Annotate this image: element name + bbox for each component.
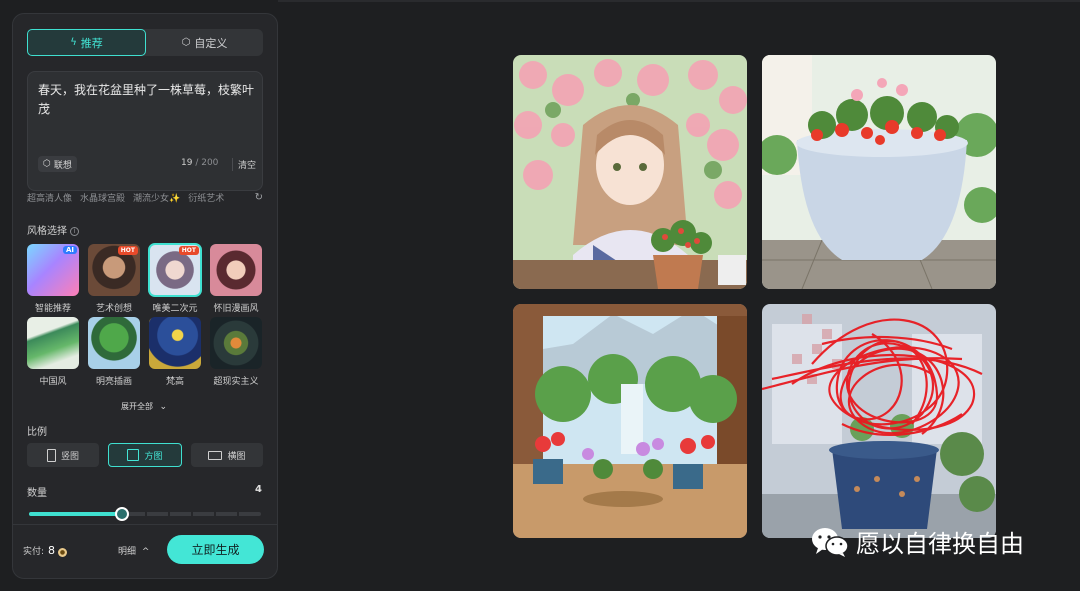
wechat-icon	[810, 526, 850, 558]
style-label: 明亮插画	[95, 377, 132, 387]
portrait-icon	[46, 448, 56, 462]
suggestion-chip[interactable]: 衍纸艺术	[188, 191, 224, 204]
ratio-landscape-button[interactable]: 横图	[191, 443, 263, 467]
style-label: 梵高	[165, 377, 184, 387]
left-panel: ϟ 推荐 ⬡ 自定义 春天，我在花盆里种了一株草莓，枝繁叶茂 ⬡ 联想 19 /…	[12, 13, 278, 579]
expand-all-label: 展开全部	[121, 402, 153, 411]
char-count: 19	[181, 158, 193, 168]
style-label: 怀旧漫画风	[213, 304, 259, 314]
mode-tabs: ϟ 推荐 ⬡ 自定义	[27, 29, 263, 56]
style-thumbnail	[210, 317, 262, 369]
quantity-slider[interactable]	[29, 507, 261, 521]
style-thumbnail	[88, 317, 140, 369]
hot-badge: HOT	[178, 246, 199, 255]
prompt-input[interactable]: 春天，我在花盆里种了一株草莓，枝繁叶茂 ⬡ 联想 19 / 200 清空	[27, 71, 263, 191]
style-thumbnail: AI	[27, 244, 79, 296]
suggestion-row: 超高清人像 水晶球宫殿 潮流少女✨ 衍纸艺术 ↻	[27, 191, 263, 204]
style-thumbnail: HOT	[88, 244, 140, 296]
slider-handle[interactable]	[114, 507, 129, 521]
style-retro-comic[interactable]: 怀旧漫画风	[210, 244, 262, 314]
ratio-label: 横图	[227, 451, 246, 462]
info-icon[interactable]: i	[70, 227, 79, 236]
style-thumbnail: HOT	[148, 243, 202, 297]
style-section-title: 风格选择 i	[27, 222, 79, 237]
slider-tick	[237, 512, 239, 516]
style-bright-illustration[interactable]: 明亮插画	[88, 317, 140, 387]
associate-button[interactable]: ⬡ 联想	[38, 156, 77, 172]
ratio-square-button[interactable]: 方图	[108, 443, 182, 467]
tab-recommend-label: 推荐	[80, 36, 103, 50]
slider-fill	[29, 512, 122, 516]
ai-badge: AI	[62, 246, 77, 254]
ratio-options: 竖图 方图 横图	[27, 443, 263, 467]
tab-custom[interactable]: ⬡ 自定义	[146, 29, 263, 56]
style-label: 中国风	[39, 377, 67, 387]
blue-pot-image	[762, 304, 996, 538]
detail-label: 明细	[118, 547, 137, 557]
char-max: / 200	[195, 158, 219, 168]
quantity-value: 4	[255, 484, 262, 495]
style-van-gogh[interactable]: 梵高	[149, 317, 201, 387]
ratio-label: 方图	[144, 451, 163, 462]
tab-recommend[interactable]: ϟ 推荐	[27, 29, 146, 56]
style-grid: AI 智能推荐 HOT 艺术创想 HOT 唯美二次元 怀旧漫画风 中国风 明亮插…	[27, 243, 264, 387]
char-counter: 19 / 200	[181, 158, 218, 168]
quantity-title: 数量	[27, 488, 47, 499]
style-chinese[interactable]: 中国风	[27, 317, 79, 387]
slider-tick	[214, 512, 216, 516]
sparkle-icon: ϟ	[70, 37, 77, 48]
style-label: 唯美二次元	[152, 304, 198, 314]
detail-toggle[interactable]: 明细 ^	[118, 544, 149, 557]
chevron-down-icon: ⌄	[159, 402, 168, 412]
style-section-label: 风格选择	[27, 226, 67, 237]
hexagon-icon: ⬡	[43, 159, 51, 169]
style-thumbnail	[210, 244, 262, 296]
ratio-title: 比例	[27, 427, 47, 438]
suggestion-chip[interactable]: 水晶球宫殿	[80, 191, 125, 204]
suggestion-chip[interactable]: 潮流少女✨	[133, 191, 180, 204]
style-thumbnail	[149, 317, 201, 369]
cost-label: 实付:	[23, 547, 45, 557]
style-surrealism[interactable]: 超现实主义	[210, 317, 262, 387]
suggestion-chip[interactable]: 超高清人像	[27, 191, 72, 204]
style-smart-recommend[interactable]: AI 智能推荐	[27, 244, 79, 314]
generated-image-1[interactable]	[513, 55, 747, 289]
cost-value: 8	[48, 544, 56, 557]
slider-tick	[145, 512, 147, 516]
coin-icon: ●	[58, 548, 68, 557]
top-divider	[278, 0, 1080, 2]
refresh-icon[interactable]: ↻	[255, 192, 263, 203]
hexagon-icon: ⬡	[181, 37, 191, 48]
style-thumbnail	[27, 317, 79, 369]
style-label: 艺术创想	[95, 304, 132, 314]
watermark: 愿以自律换自由	[810, 524, 1024, 559]
generate-button[interactable]: 立即生成	[167, 535, 264, 564]
slider-tick	[168, 512, 170, 516]
generated-image-3[interactable]	[513, 304, 747, 538]
style-label: 超现实主义	[213, 377, 259, 387]
watermark-text: 愿以自律换自由	[856, 530, 1024, 558]
ratio-label: 竖图	[60, 451, 79, 462]
expand-all-button[interactable]: 展开全部 ⌄	[121, 401, 167, 412]
clear-button[interactable]: 清空	[232, 158, 256, 171]
tab-custom-label: 自定义	[194, 36, 228, 50]
anime-girl-image	[513, 55, 747, 289]
square-icon	[127, 449, 140, 461]
associate-label: 联想	[53, 160, 72, 171]
garden-waterfall-image	[513, 304, 747, 538]
cost-display: 实付: 8 ●	[23, 544, 68, 557]
style-label: 智能推荐	[34, 304, 71, 314]
prompt-text[interactable]: 春天，我在花盆里种了一株草莓，枝繁叶茂	[38, 81, 254, 119]
style-art-idea[interactable]: HOT 艺术创想	[88, 244, 140, 314]
ratio-portrait-button[interactable]: 竖图	[27, 443, 99, 467]
flower-pot-image	[762, 55, 996, 289]
footer-bar: 实付: 8 ● 明细 ^ 立即生成	[13, 524, 277, 578]
hot-badge: HOT	[117, 246, 138, 255]
generated-image-4[interactable]	[762, 304, 996, 538]
style-anime[interactable]: HOT 唯美二次元	[148, 243, 202, 314]
chevron-up-icon: ^	[141, 547, 150, 557]
landscape-icon	[208, 450, 223, 460]
slider-tick	[191, 512, 193, 516]
generated-image-2[interactable]	[762, 55, 996, 289]
